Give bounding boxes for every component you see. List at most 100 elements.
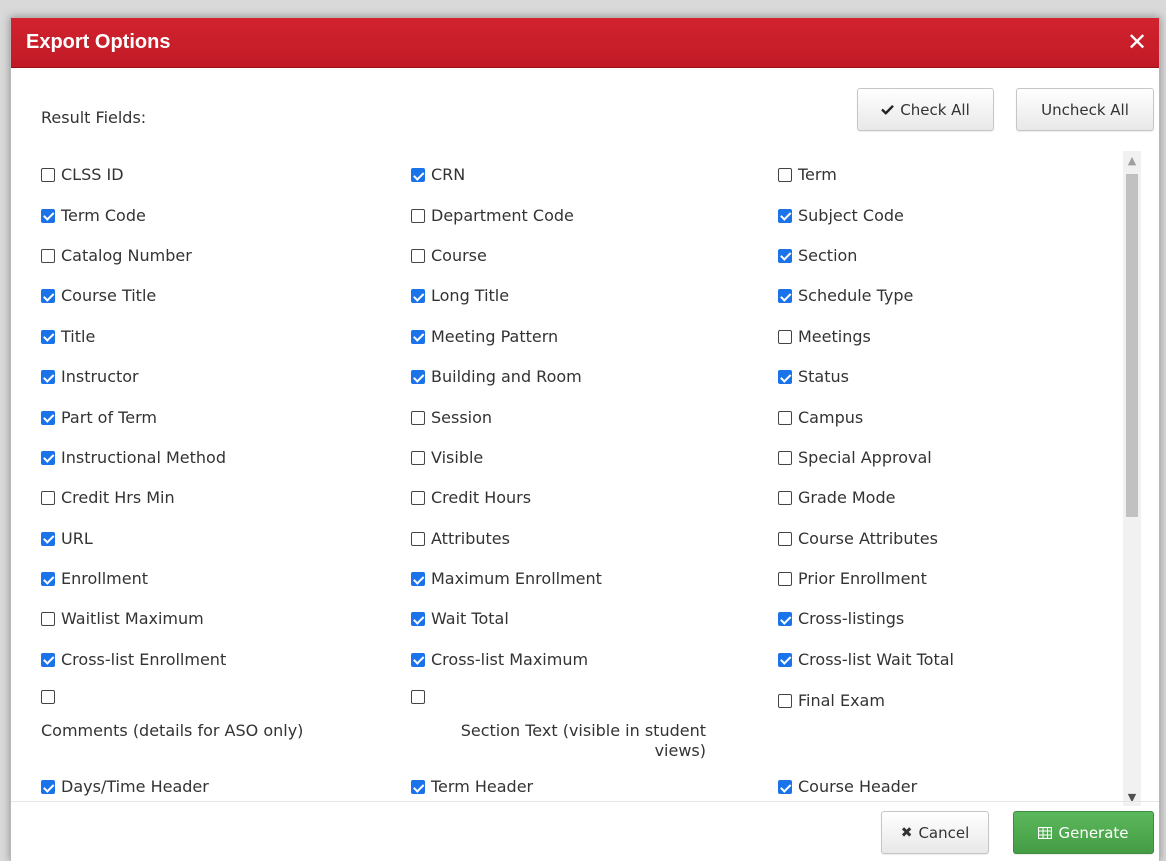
field-option[interactable]: Campus — [778, 408, 863, 428]
field-maximum-enrollment[interactable]: Maximum Enrollment — [411, 559, 778, 599]
checkbox[interactable] — [411, 572, 425, 587]
field-option[interactable]: URL — [41, 529, 93, 549]
field-option[interactable]: Term — [778, 165, 837, 185]
field-course[interactable]: Course — [411, 236, 778, 276]
field-cross-list-enrollment[interactable]: Cross-list Enrollment — [41, 640, 411, 680]
field-option[interactable]: Term Code — [41, 206, 146, 226]
field-option[interactable]: Status — [778, 367, 849, 387]
field-wait-total[interactable]: Wait Total — [411, 599, 778, 639]
checkbox[interactable] — [41, 491, 55, 506]
checkbox[interactable] — [778, 168, 792, 183]
checkbox[interactable] — [778, 410, 792, 425]
checkbox[interactable] — [778, 780, 792, 795]
field-option[interactable]: Course Attributes — [778, 529, 938, 549]
field-section-text-visible-in-student-views[interactable]: Section Text (visible in student views) — [411, 680, 778, 775]
field-long-title[interactable]: Long Title — [411, 276, 778, 316]
field-special-approval[interactable]: Special Approval — [778, 438, 1121, 478]
field-option[interactable]: Cross-listings — [778, 609, 904, 629]
field-campus[interactable]: Campus — [778, 397, 1121, 437]
checkbox[interactable] — [778, 289, 792, 304]
checkbox[interactable] — [41, 289, 55, 304]
checkbox[interactable] — [41, 168, 55, 183]
checkbox[interactable] — [778, 612, 792, 627]
scroll-down-icon[interactable]: ▼ — [1123, 788, 1141, 806]
fields-scroll-region[interactable]: CLSS ID CRN Term Term Code Department Code Su… — [41, 155, 1121, 798]
field-visible[interactable]: Visible — [411, 438, 778, 478]
checkbox[interactable] — [41, 612, 55, 627]
field-term-code[interactable]: Term Code — [41, 195, 411, 235]
field-building-and-room[interactable]: Building and Room — [411, 357, 778, 397]
checkbox[interactable] — [778, 652, 792, 667]
field-term[interactable]: Term — [778, 155, 1121, 195]
checkbox[interactable] — [41, 370, 55, 385]
field-comments-details-for-aso-only[interactable]: Comments (details for ASO only) — [41, 680, 411, 775]
field-option[interactable]: Wait Total — [411, 609, 509, 629]
checkbox[interactable] — [411, 491, 425, 506]
field-option[interactable]: Special Approval — [778, 448, 932, 468]
field-option[interactable]: Building and Room — [411, 367, 582, 387]
field-option[interactable]: Days/Time Header — [41, 777, 209, 797]
field-grade-mode[interactable]: Grade Mode — [778, 478, 1121, 518]
field-option[interactable]: Waitlist Maximum — [41, 609, 204, 629]
field-instructional-method[interactable]: Instructional Method — [41, 438, 411, 478]
field-option[interactable]: Maximum Enrollment — [411, 569, 602, 589]
field-instructor[interactable]: Instructor — [41, 357, 411, 397]
scroll-up-icon[interactable]: ▲ — [1123, 151, 1141, 169]
field-subject-code[interactable]: Subject Code — [778, 195, 1121, 235]
checkbox[interactable] — [411, 329, 425, 344]
checkbox[interactable] — [411, 208, 425, 223]
checkbox[interactable] — [41, 208, 55, 223]
checkbox[interactable] — [41, 690, 55, 705]
check-all-button[interactable]: Check All — [857, 88, 994, 131]
checkbox[interactable] — [778, 491, 792, 506]
checkbox[interactable] — [411, 531, 425, 546]
field-option[interactable]: CRN — [411, 165, 465, 185]
checkbox[interactable] — [411, 168, 425, 183]
checkbox[interactable] — [411, 612, 425, 627]
checkbox[interactable] — [411, 410, 425, 425]
field-title[interactable]: Title — [41, 317, 411, 357]
field-option[interactable]: Cross-list Maximum — [411, 650, 588, 670]
field-option[interactable]: Cross-list Enrollment — [41, 650, 226, 670]
checkbox[interactable] — [411, 289, 425, 304]
checkbox[interactable] — [41, 248, 55, 263]
field-option[interactable]: Department Code — [411, 206, 574, 226]
field-option[interactable]: Attributes — [411, 529, 510, 549]
field-catalog-number[interactable]: Catalog Number — [41, 236, 411, 276]
checkbox[interactable] — [41, 572, 55, 587]
field-option[interactable]: Subject Code — [778, 206, 904, 226]
field-waitlist-maximum[interactable]: Waitlist Maximum — [41, 599, 411, 639]
field-option[interactable]: Credit Hrs Min — [41, 488, 175, 508]
field-option[interactable]: Course Header — [778, 777, 917, 797]
field-option[interactable]: Course Title — [41, 286, 156, 306]
field-option[interactable]: Term Header — [411, 777, 533, 797]
field-cross-list-wait-total[interactable]: Cross-list Wait Total — [778, 640, 1121, 680]
field-option[interactable]: Prior Enrollment — [778, 569, 927, 589]
checkbox[interactable] — [411, 652, 425, 667]
cancel-button[interactable]: ✖ Cancel — [881, 811, 989, 854]
field-option[interactable]: Section — [778, 246, 857, 266]
checkbox[interactable] — [778, 694, 792, 709]
field-option[interactable]: Session — [411, 408, 492, 428]
checkbox[interactable] — [411, 370, 425, 385]
field-credit-hrs-min[interactable]: Credit Hrs Min — [41, 478, 411, 518]
checkbox[interactable] — [411, 780, 425, 795]
field-term-header[interactable]: Term Header — [411, 775, 778, 798]
field-part-of-term[interactable]: Part of Term — [41, 397, 411, 437]
field-option[interactable]: Instructional Method — [41, 448, 226, 468]
field-option[interactable]: Instructor — [41, 367, 139, 387]
field-department-code[interactable]: Department Code — [411, 195, 778, 235]
field-option[interactable]: Grade Mode — [778, 488, 895, 508]
field-option[interactable]: Cross-list Wait Total — [778, 650, 954, 670]
field-crn[interactable]: CRN — [411, 155, 778, 195]
field-option[interactable]: Course — [411, 246, 487, 266]
field-option[interactable]: Part of Term — [41, 408, 157, 428]
field-attributes[interactable]: Attributes — [411, 519, 778, 559]
field-enrollment[interactable]: Enrollment — [41, 559, 411, 599]
field-cross-list-maximum[interactable]: Cross-list Maximum — [411, 640, 778, 680]
checkbox[interactable] — [778, 370, 792, 385]
field-prior-enrollment[interactable]: Prior Enrollment — [778, 559, 1121, 599]
field-credit-hours[interactable]: Credit Hours — [411, 478, 778, 518]
field-course-header[interactable]: Course Header — [778, 775, 1121, 798]
field-option[interactable]: Schedule Type — [778, 286, 913, 306]
